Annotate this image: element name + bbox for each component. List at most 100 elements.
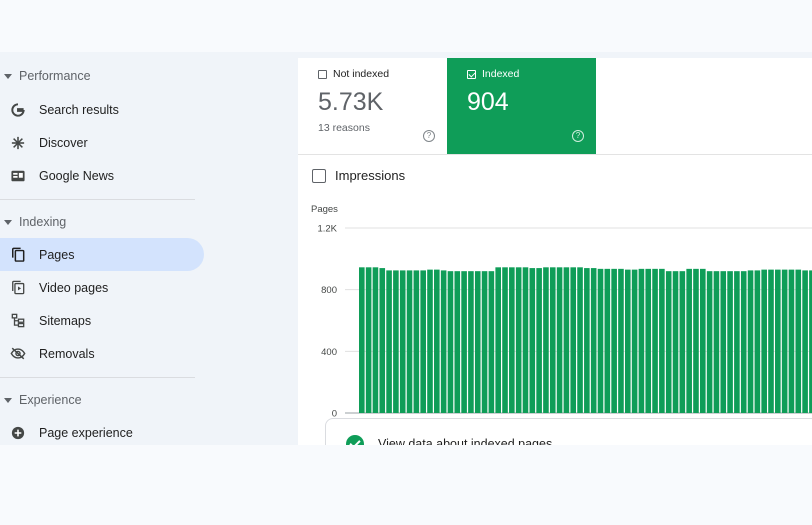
chart-bar <box>461 271 467 413</box>
sidebar-item-search-results[interactable]: Search results <box>0 93 204 126</box>
sidebar-item-google-news[interactable]: Google News <box>0 159 204 192</box>
chart-bar <box>481 271 488 413</box>
chart-bar <box>638 268 645 413</box>
section-header-performance[interactable]: Performance <box>0 64 91 88</box>
y-axis-title: Pages <box>311 204 338 215</box>
indexed-card[interactable]: Indexed 904 ? <box>447 58 596 154</box>
indexed-pages-bar-chart: Pages04008001.2K03/05/202415/05/202427/0… <box>311 204 812 434</box>
chart-bar <box>359 267 365 413</box>
chart-bar <box>754 270 761 413</box>
sidebar-item-page-experience[interactable]: Page experience <box>0 416 204 445</box>
chart-bar <box>693 268 699 413</box>
chart-bar <box>788 269 795 413</box>
sidebar-item-label: Google News <box>39 168 115 183</box>
chart-bar <box>727 271 733 413</box>
chart-bar <box>543 267 549 413</box>
chart-bar <box>706 271 713 413</box>
app-window: Performance Search results Discover Goog… <box>0 52 812 445</box>
reasons-count: 13 reasons <box>318 122 370 134</box>
caret-down-icon <box>4 73 12 79</box>
chart-bar <box>447 271 454 413</box>
news-icon <box>9 167 27 185</box>
chart-bar <box>515 267 522 413</box>
section-title: Experience <box>19 393 82 407</box>
chart-bar <box>570 267 577 413</box>
google-g-icon <box>9 101 27 119</box>
checkbox-checked[interactable] <box>467 69 476 79</box>
chart-bar <box>775 269 781 413</box>
y-tick-label: 1.2K <box>317 224 337 235</box>
removals-icon <box>9 345 27 363</box>
divider <box>298 154 812 155</box>
sidebar-item-label: Video pages <box>39 280 109 295</box>
chart-bar <box>781 269 788 413</box>
check-circle-icon <box>346 435 364 445</box>
chart-bar <box>802 270 808 413</box>
view-data-link[interactable]: View data about indexed pages <box>378 437 552 445</box>
chart-bar <box>434 269 440 413</box>
section-header-indexing[interactable]: Indexing <box>0 210 66 234</box>
chart-bar <box>659 268 665 413</box>
sidebar-item-discover[interactable]: Discover <box>0 126 204 159</box>
section-header-experience[interactable]: Experience <box>0 388 82 412</box>
chart-bar <box>556 267 563 413</box>
chart-bar <box>618 268 624 413</box>
sidebar-item-pages[interactable]: Pages <box>0 238 204 271</box>
sidebar-item-label: Pages <box>39 247 75 262</box>
chart-bar <box>624 269 631 413</box>
checkbox[interactable] <box>318 69 327 79</box>
section-title: Performance <box>19 69 91 83</box>
impressions-toggle[interactable]: Impressions <box>312 168 405 183</box>
chart-bar <box>665 271 672 413</box>
chart-bar <box>577 267 583 413</box>
chart-bar <box>488 271 495 413</box>
impressions-checkbox[interactable] <box>312 168 326 183</box>
chart-bar <box>393 270 399 413</box>
video-pages-icon <box>9 279 27 297</box>
chart-bar <box>686 268 692 413</box>
sidebar-item-label: Page experience <box>39 425 133 440</box>
y-tick-label: 800 <box>321 285 337 296</box>
chart-bar <box>584 268 590 413</box>
sidebar-item-sitemaps[interactable]: Sitemaps <box>0 304 204 337</box>
chart-bar <box>672 271 679 413</box>
chart-bar <box>529 268 536 413</box>
chart-bar <box>468 271 474 413</box>
chart-bar <box>549 267 556 413</box>
chart-bar <box>611 268 617 413</box>
chart-bar <box>454 271 461 413</box>
chart-bar <box>734 271 740 413</box>
not-indexed-count: 5.73K <box>318 88 384 116</box>
chart-bar <box>747 270 754 413</box>
help-icon[interactable]: ? <box>572 130 584 142</box>
not-indexed-card[interactable]: Not indexed 5.73K 13 reasons ? <box>298 58 448 154</box>
chart-bar <box>761 269 767 413</box>
sidebar-item-label: Search results <box>39 102 119 117</box>
chart-bar <box>509 267 515 413</box>
sidebar-item-label: Sitemaps <box>39 313 92 328</box>
main-content: Not indexed 5.73K 13 reasons ? Indexed 9… <box>298 58 812 445</box>
sidebar: Performance Search results Discover Goog… <box>0 52 298 445</box>
chart-bar <box>440 270 447 413</box>
view-data-card[interactable]: View data about indexed pages <box>325 418 812 445</box>
chart-bar <box>502 267 508 413</box>
sidebar-item-label: Discover <box>39 135 88 150</box>
card-header: Not indexed <box>318 68 389 80</box>
chart-bar <box>495 267 501 413</box>
sidebar-item-removals[interactable]: Removals <box>0 337 204 370</box>
chart-bar <box>720 271 727 413</box>
sidebar-item-label: Removals <box>39 346 95 361</box>
chart-bar <box>768 269 774 413</box>
chart-bar <box>379 268 386 413</box>
y-tick-label: 400 <box>321 347 337 358</box>
chart-bar <box>427 269 433 413</box>
caret-down-icon <box>4 219 12 225</box>
chart-bar <box>652 268 658 413</box>
indexed-count: 904 <box>467 88 509 116</box>
chart-bar <box>795 269 802 413</box>
chart-bar <box>420 270 426 413</box>
help-icon[interactable]: ? <box>423 130 435 142</box>
chart-bar <box>365 267 372 413</box>
card-header: Indexed <box>467 68 519 80</box>
sidebar-item-video-pages[interactable]: Video pages <box>0 271 204 304</box>
